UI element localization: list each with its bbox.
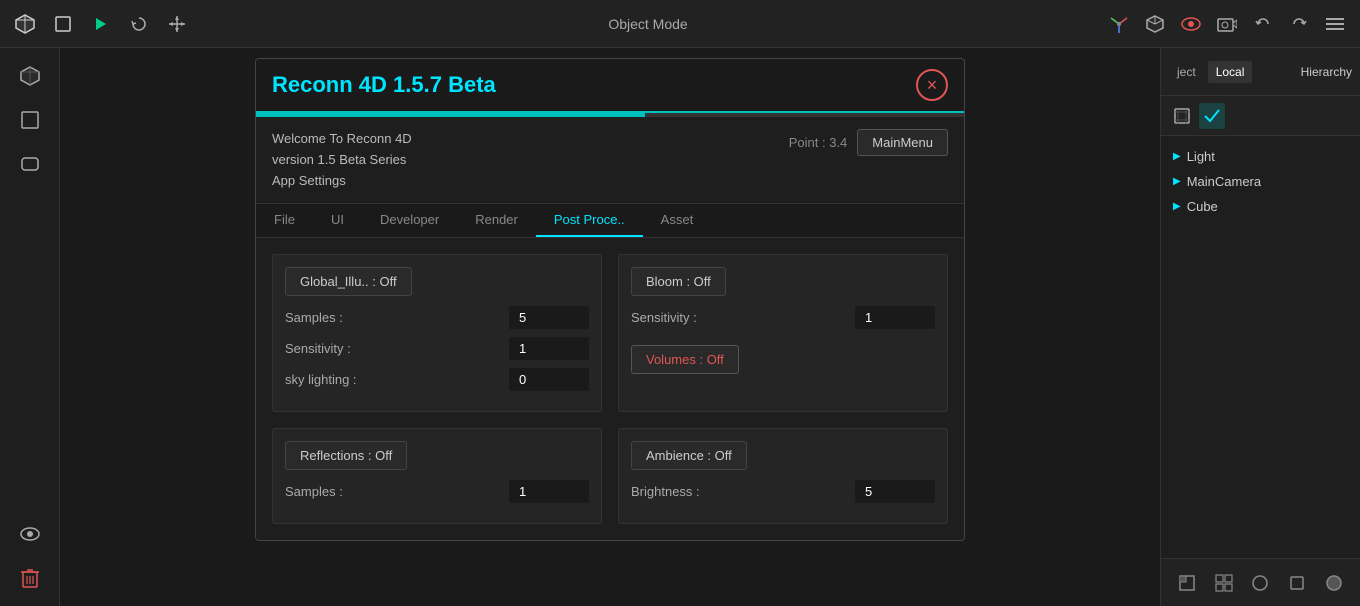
hierarchy-item-light-label: Light — [1187, 149, 1215, 164]
modal-title: Reconn 4D 1.5.7 Beta — [272, 72, 496, 98]
frame-icon[interactable] — [1169, 103, 1195, 129]
square-outline-icon[interactable] — [1282, 568, 1312, 598]
reflections-panel: Reflections : Off Samples : — [272, 428, 602, 524]
sidebar-eye-icon[interactable] — [10, 514, 50, 554]
local-tab[interactable]: Local — [1208, 61, 1253, 83]
samples-input[interactable] — [509, 306, 589, 329]
sensitivity-row: Sensitivity : — [285, 337, 589, 360]
point-label: Point : 3.4 — [789, 135, 848, 150]
right-top-nav: ject Local Hierarchy — [1161, 48, 1360, 96]
sky-lighting-input[interactable] — [509, 368, 589, 391]
sky-lighting-row: sky lighting : — [285, 368, 589, 391]
center-area: Reconn 4D 1.5.7 Beta × Welcome To Reconn… — [60, 48, 1160, 606]
modal-tabs: File UI Developer Render Post Proce.. As… — [256, 204, 964, 238]
cube-3d-icon[interactable] — [1140, 9, 1170, 39]
progress-bar — [256, 113, 964, 117]
tab-asset[interactable]: Asset — [643, 204, 712, 237]
ambience-panel: Ambience : Off Brightness : — [618, 428, 948, 524]
brightness-input[interactable] — [855, 480, 935, 503]
brightness-row: Brightness : — [631, 480, 935, 503]
right-toolbar — [1161, 96, 1360, 136]
axis-icon[interactable] — [1104, 9, 1134, 39]
hierarchy-item-light[interactable]: ▶ Light — [1165, 144, 1356, 169]
modal-overlay: Reconn 4D 1.5.7 Beta × Welcome To Reconn… — [60, 48, 1160, 606]
tab-developer[interactable]: Developer — [362, 204, 457, 237]
samples-row: Samples : — [285, 306, 589, 329]
samples-label: Samples : — [285, 310, 343, 325]
mode-label: Object Mode — [608, 16, 687, 32]
camera-icon[interactable] — [1212, 9, 1242, 39]
move-icon[interactable] — [162, 9, 192, 39]
hierarchy-item-maincamera[interactable]: ▶ MainCamera — [1165, 169, 1356, 194]
reflections-samples-input[interactable] — [509, 480, 589, 503]
cube-icon[interactable] — [10, 9, 40, 39]
global-illu-panel: Global_Illu.. : Off Samples : Sensitivit… — [272, 254, 602, 412]
eye-icon[interactable] — [1176, 9, 1206, 39]
bloom-sensitivity-label: Sensitivity : — [631, 310, 697, 325]
brightness-label: Brightness : — [631, 484, 700, 499]
circle-icon[interactable] — [1245, 568, 1275, 598]
left-sidebar — [0, 48, 60, 606]
modal-info-text: Welcome To Reconn 4D version 1.5 Beta Se… — [272, 129, 412, 191]
sidebar-rect-icon[interactable] — [10, 100, 50, 140]
modal-info-right: Point : 3.4 MainMenu — [789, 129, 948, 156]
reflections-button[interactable]: Reflections : Off — [285, 441, 407, 470]
play-icon[interactable] — [86, 9, 116, 39]
ject-tab[interactable]: ject — [1169, 61, 1204, 83]
progress-fill — [256, 113, 645, 117]
reflections-samples-row: Samples : — [285, 480, 589, 503]
global-illu-button[interactable]: Global_Illu.. : Off — [285, 267, 412, 296]
sky-lighting-label: sky lighting : — [285, 372, 357, 387]
volumes-button[interactable]: Volumes : Off — [631, 345, 739, 374]
info-line2: version 1.5 Beta Series — [272, 150, 412, 171]
arrow-icon-cube: ▶ — [1173, 201, 1181, 212]
tab-post-proce[interactable]: Post Proce.. — [536, 204, 643, 237]
hierarchy-item-cube[interactable]: ▶ Cube — [1165, 194, 1356, 219]
right-sidebar: ject Local Hierarchy ▶ Light ▶ MainCamer… — [1160, 48, 1360, 606]
modal-info: Welcome To Reconn 4D version 1.5 Beta Se… — [256, 117, 964, 204]
hierarchy-item-maincamera-label: MainCamera — [1187, 174, 1261, 189]
top-bar-right — [1104, 9, 1350, 39]
redo-icon[interactable] — [1284, 9, 1314, 39]
tab-file[interactable]: File — [256, 204, 313, 237]
undo-icon[interactable] — [1248, 9, 1278, 39]
bloom-panel: Bloom : Off Sensitivity : Volumes : Off — [618, 254, 948, 412]
hierarchy-label: Hierarchy — [1301, 65, 1352, 79]
modal-close-button[interactable]: × — [916, 69, 948, 101]
main-layout: Reconn 4D 1.5.7 Beta × Welcome To Reconn… — [0, 48, 1360, 606]
modal: Reconn 4D 1.5.7 Beta × Welcome To Reconn… — [255, 58, 965, 541]
arrow-icon-light: ▶ — [1173, 151, 1181, 162]
content-grid: Global_Illu.. : Off Samples : Sensitivit… — [272, 254, 948, 524]
arrow-icon-camera: ▶ — [1173, 176, 1181, 187]
top-bar: Object Mode — [0, 0, 1360, 48]
info-line1: Welcome To Reconn 4D — [272, 129, 412, 150]
info-line3: App Settings — [272, 171, 412, 192]
refresh-icon[interactable] — [124, 9, 154, 39]
sensitivity-label: Sensitivity : — [285, 341, 351, 356]
bloom-sensitivity-row: Sensitivity : — [631, 306, 935, 329]
top-bar-left — [10, 9, 192, 39]
bloom-sensitivity-input[interactable] — [855, 306, 935, 329]
sphere-icon[interactable] — [1319, 568, 1349, 598]
bloom-button[interactable]: Bloom : Off — [631, 267, 726, 296]
tab-render[interactable]: Render — [457, 204, 536, 237]
sensitivity-input[interactable] — [509, 337, 589, 360]
ambience-button[interactable]: Ambience : Off — [631, 441, 747, 470]
modal-content: Global_Illu.. : Off Samples : Sensitivit… — [256, 238, 964, 540]
menu-icon[interactable] — [1320, 9, 1350, 39]
tab-ui[interactable]: UI — [313, 204, 362, 237]
sidebar-trash-icon[interactable] — [10, 558, 50, 598]
hierarchy-item-cube-label: Cube — [1187, 199, 1218, 214]
sidebar-rounded-rect-icon[interactable] — [10, 144, 50, 184]
main-menu-button[interactable]: MainMenu — [857, 129, 948, 156]
modal-title-bar: Reconn 4D 1.5.7 Beta × — [256, 59, 964, 113]
hierarchy-list: ▶ Light ▶ MainCamera ▶ Cube — [1161, 136, 1360, 558]
reflections-samples-label: Samples : — [285, 484, 343, 499]
grid-4-icon[interactable] — [1209, 568, 1239, 598]
square-icon[interactable] — [48, 9, 78, 39]
checkmark-icon[interactable] — [1199, 103, 1225, 129]
right-bottom-toolbar — [1161, 558, 1360, 606]
screen-corner-icon[interactable] — [1172, 568, 1202, 598]
sidebar-cube-icon[interactable] — [10, 56, 50, 96]
